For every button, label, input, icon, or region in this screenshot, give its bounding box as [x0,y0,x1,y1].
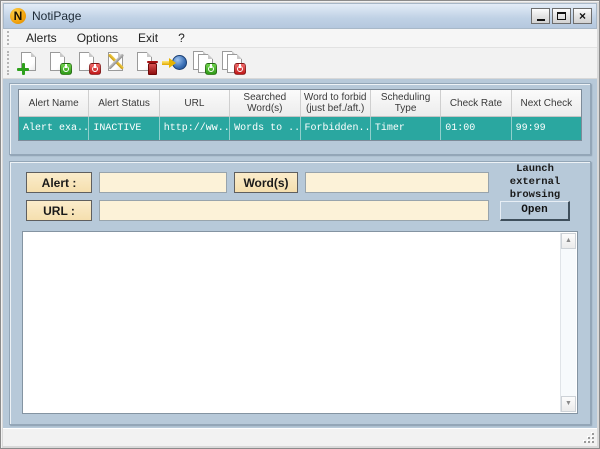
activate-alert-button[interactable] [45,50,73,76]
menu-help[interactable]: ? [168,29,195,47]
vertical-scrollbar[interactable]: ▲ ▼ [560,233,576,412]
menu-exit[interactable]: Exit [128,29,168,47]
col-check-rate[interactable]: Check Rate [441,90,511,117]
client-area: Alert Name Alert Status URL Searched Wor… [3,79,597,428]
deactivate-all-alerts-button[interactable] [219,50,247,76]
trash-icon [148,63,157,75]
status-bar [3,428,597,446]
notipage-window: N NotiPage × Alerts Options Exit ? [0,0,600,449]
url-label: URL : [26,200,92,221]
page-content-textarea[interactable]: ▲ ▼ [22,231,578,414]
toolbar [3,48,597,79]
add-alert-button[interactable] [16,50,44,76]
table-header-row: Alert Name Alert Status URL Searched Wor… [19,90,581,117]
cell-searched-words: Words to ... [230,117,300,140]
arrow-icon [162,59,176,67]
cell-next-check: 99:99 [512,117,581,140]
menu-gripper [7,31,12,45]
menu-bar: Alerts Options Exit ? [3,29,597,48]
menu-alerts[interactable]: Alerts [16,29,67,47]
power-on-icon [205,63,217,75]
minimize-icon [537,19,545,21]
cell-scheduling-type: Timer [371,117,441,140]
url-input[interactable] [99,200,489,221]
title-bar[interactable]: N NotiPage × [3,3,597,29]
maximize-icon [557,12,566,20]
words-input[interactable] [305,172,489,193]
close-button[interactable]: × [573,8,592,24]
close-icon: × [579,10,586,22]
launch-external-browsing-label: Launch external browsing [496,163,574,202]
launch-text-cell: Launch external browsing [496,172,574,193]
power-off-icon [234,63,246,75]
col-alert-name[interactable]: Alert Name [19,90,89,117]
col-next-check[interactable]: Next Check [512,90,581,117]
col-alert-status[interactable]: Alert Status [89,90,159,117]
delete-alert-button[interactable] [132,50,160,76]
scroll-down-icon[interactable]: ▼ [561,396,576,412]
col-word-to-forbid[interactable]: Word to forbid (just bef./aft.) [301,90,371,117]
alert-label: Alert : [26,172,92,193]
activate-all-alerts-button[interactable] [190,50,218,76]
cell-alert-name: Alert exa... [19,117,89,140]
col-url[interactable]: URL [160,90,230,117]
words-label: Word(s) [234,172,298,193]
plus-icon [17,63,29,75]
open-button-cell: Open [496,200,574,221]
alert-input[interactable] [99,172,227,193]
scroll-up-icon[interactable]: ▲ [561,233,576,249]
alerts-table-panel: Alert Name Alert Status URL Searched Wor… [9,83,591,155]
maximize-button[interactable] [552,8,571,24]
resize-grip-icon[interactable] [584,433,594,443]
alerts-table: Alert Name Alert Status URL Searched Wor… [18,89,582,141]
cell-url: http://ww... [160,117,230,140]
cell-alert-status: INACTIVE [89,117,159,140]
menu-options[interactable]: Options [67,29,128,47]
power-off-icon [89,63,101,75]
modify-alert-button[interactable] [103,50,131,76]
col-scheduling-type[interactable]: Scheduling Type [371,90,441,117]
open-button[interactable]: Open [500,201,570,221]
table-row[interactable]: Alert exa... INACTIVE http://ww... Words… [19,117,581,140]
cell-word-to-forbid: Forbidden... [301,117,371,140]
launch-page-button[interactable] [161,50,189,76]
window-controls: × [531,8,592,24]
alert-form: Alert : Word(s) Launch external browsing… [26,172,574,221]
toolbar-gripper [7,51,12,75]
alert-detail-panel: Alert : Word(s) Launch external browsing… [9,161,591,425]
cell-check-rate: 01:00 [441,117,511,140]
window-title: NotiPage [32,9,81,23]
power-on-icon [60,63,72,75]
minimize-button[interactable] [531,8,550,24]
deactivate-alert-button[interactable] [74,50,102,76]
app-logo-icon: N [10,8,26,24]
col-searched-words[interactable]: Searched Word(s) [230,90,300,117]
